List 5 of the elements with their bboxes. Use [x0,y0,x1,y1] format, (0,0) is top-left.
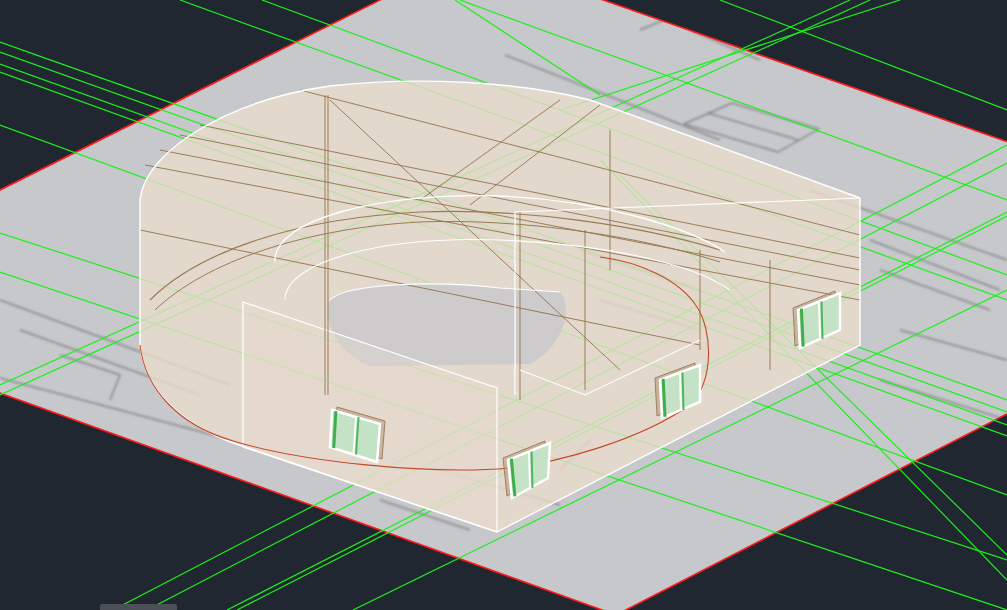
window [328,406,386,464]
window [654,362,702,420]
window [502,440,552,500]
window [792,290,842,350]
scroll-thumb[interactable] [100,604,177,610]
